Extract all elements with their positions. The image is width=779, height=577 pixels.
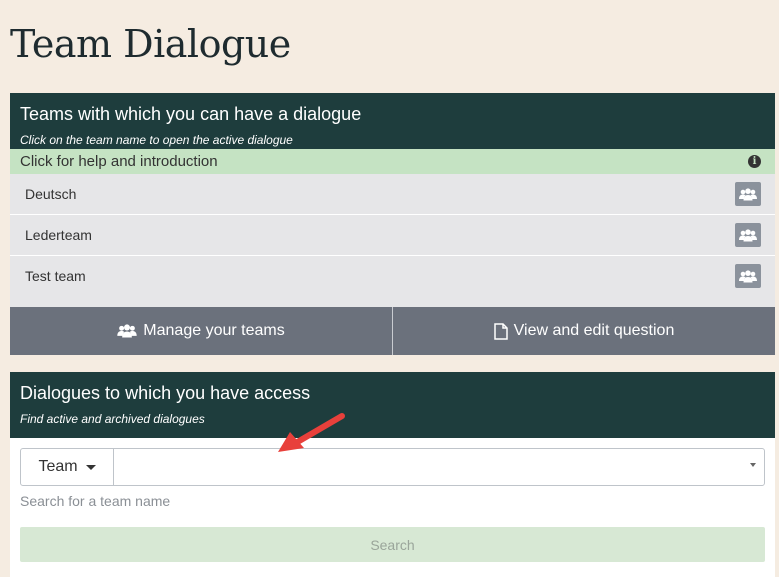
search-hint: Search for a team name [20, 493, 171, 509]
team-members-button[interactable] [735, 223, 761, 247]
filter-dropdown-button[interactable]: Team [21, 449, 114, 485]
info-icon[interactable]: i [748, 155, 761, 168]
teams-panel-subheading: Click on the team name to open the activ… [20, 133, 293, 147]
dialogues-panel: Dialogues to which you have access Find … [10, 372, 775, 577]
users-icon [739, 187, 757, 200]
dialogues-panel-subheading: Find active and archived dialogues [20, 412, 205, 426]
teams-panel-heading: Teams with which you can have a dialogue [20, 104, 362, 124]
users-icon [739, 269, 757, 282]
dialogues-panel-header: Dialogues to which you have access Find … [10, 372, 775, 438]
team-list: Deutsch Lederteam Test team [10, 174, 775, 296]
help-bar[interactable]: Click for help and introduction i [10, 149, 775, 174]
teams-actions: Manage your teams View and edit question [10, 307, 775, 355]
team-members-button[interactable] [735, 264, 761, 288]
help-bar-label: Click for help and introduction [20, 153, 218, 170]
page-title: Team Dialogue [10, 22, 291, 66]
team-name[interactable]: Test team [25, 268, 86, 284]
team-members-button[interactable] [735, 182, 761, 206]
search-button[interactable]: Search [20, 527, 765, 562]
team-row-lederteam[interactable]: Lederteam [10, 214, 775, 255]
team-row-deutsch[interactable]: Deutsch [10, 174, 775, 214]
users-icon [117, 324, 137, 338]
file-icon [493, 322, 508, 340]
manage-teams-button[interactable]: Manage your teams [10, 307, 392, 355]
select-caret-icon[interactable] [750, 463, 756, 467]
red-arrow-annotation [278, 413, 345, 452]
teams-panel-header: Teams with which you can have a dialogue… [10, 93, 775, 149]
team-search-group: Team [20, 448, 765, 486]
teams-panel: Teams with which you can have a dialogue… [10, 93, 775, 355]
view-edit-question-button[interactable]: View and edit question [392, 307, 775, 355]
filter-dropdown-label: Team [38, 458, 78, 475]
team-search-input[interactable] [114, 449, 764, 485]
manage-teams-label: Manage your teams [143, 322, 285, 339]
users-icon [739, 228, 757, 241]
chevron-down-icon [85, 464, 96, 470]
dialogues-panel-heading: Dialogues to which you have access [20, 383, 311, 403]
view-edit-question-label: View and edit question [513, 322, 675, 339]
team-name[interactable]: Lederteam [25, 227, 92, 243]
team-name[interactable]: Deutsch [25, 186, 76, 202]
team-row-test-team[interactable]: Test team [10, 255, 775, 296]
